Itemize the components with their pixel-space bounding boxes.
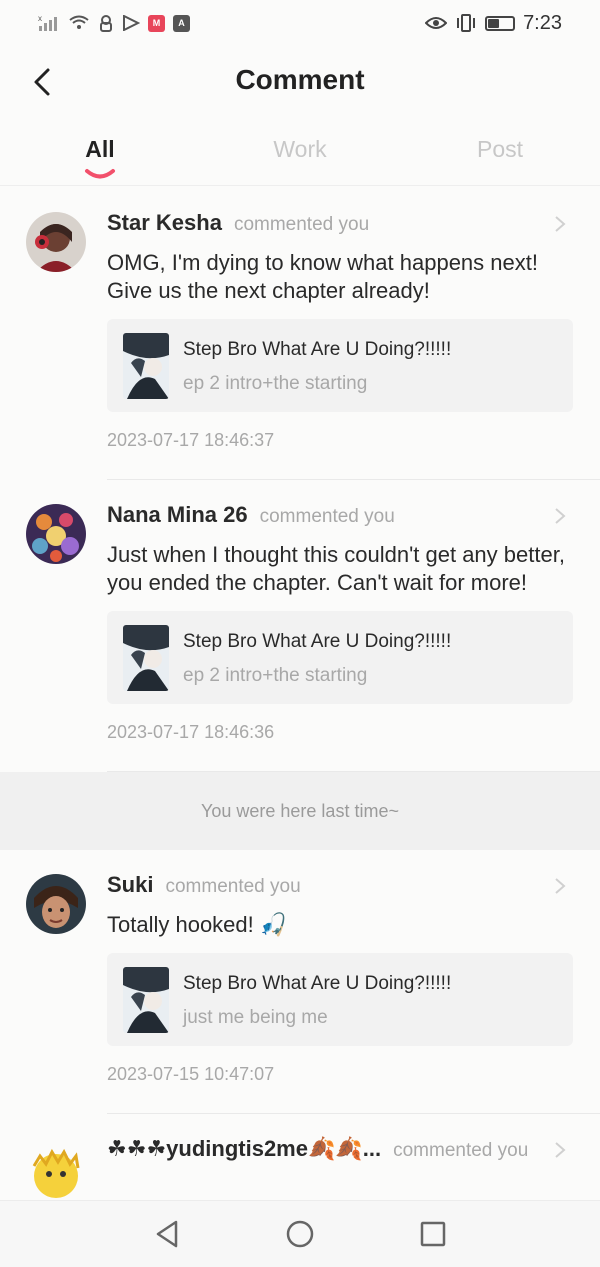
work-card[interactable]: Step Bro What Are U Doing?!!!!! ep 2 int… [107, 319, 573, 412]
square-recents-icon [421, 1221, 446, 1247]
active-tab-indicator [85, 169, 115, 179]
system-nav-bar [0, 1200, 600, 1267]
work-title: Step Bro What Are U Doing?!!!!! [183, 339, 452, 360]
username[interactable]: Star Kesha [107, 210, 222, 236]
wifi-icon [68, 15, 90, 31]
comment-item[interactable]: Suki commented you Totally hooked! 🎣 Ste… [0, 850, 600, 1113]
nav-back-button[interactable] [145, 1212, 189, 1256]
comment-header: ☘☘☘yudingtis2me🍂🍂... commented you [107, 1136, 572, 1166]
last-visit-marker: You were here last time~ [0, 772, 600, 850]
comment-item[interactable]: Star Kesha commented you OMG, I'm dying … [0, 188, 600, 479]
timestamp: 2023-07-17 18:46:37 [107, 430, 275, 450]
work-episode: ep 2 intro+the starting [183, 373, 368, 394]
action-text: commented you [259, 506, 395, 527]
avatar[interactable] [26, 504, 86, 564]
nav-recents-button[interactable] [411, 1212, 455, 1256]
work-episode: ep 2 intro+the starting [183, 665, 368, 686]
work-thumbnail [123, 967, 169, 1033]
comment-text: OMG, I'm dying to know what happens next… [107, 250, 538, 303]
chevron-right-icon[interactable] [552, 876, 568, 896]
svg-text:x: x [38, 15, 42, 23]
timestamp: 2023-07-15 10:47:07 [107, 1064, 275, 1084]
comment-item[interactable]: ☘☘☘yudingtis2me🍂🍂... commented you [0, 1114, 600, 1200]
eye-icon [425, 16, 448, 30]
action-text: commented you [165, 876, 301, 897]
comment-item[interactable]: Nana Mina 26 commented you Just when I t… [0, 480, 600, 771]
chevron-right-icon[interactable] [552, 214, 568, 234]
status-right-icons: 7:23 [425, 12, 562, 35]
tab-work[interactable]: Work [200, 128, 400, 185]
username[interactable]: ☘☘☘yudingtis2me🍂🍂... [107, 1136, 381, 1162]
work-thumbnail [123, 625, 169, 691]
battery-icon [485, 15, 516, 31]
comment-header: Suki commented you [107, 872, 572, 902]
timestamp: 2023-07-17 18:46:36 [107, 722, 275, 742]
work-thumbnail [123, 333, 169, 399]
comment-header: Star Kesha commented you [107, 210, 572, 240]
work-title: Step Bro What Are U Doing?!!!!! [183, 973, 452, 994]
comment-text: Totally hooked! 🎣 [107, 912, 288, 937]
avatar[interactable] [26, 212, 86, 272]
comment-header: Nana Mina 26 commented you [107, 502, 572, 532]
work-title: Step Bro What Are U Doing?!!!!! [183, 631, 452, 652]
comment-list[interactable]: Star Kesha commented you OMG, I'm dying … [0, 188, 600, 1200]
signal-icon: x [38, 15, 60, 31]
avatar[interactable] [26, 1144, 86, 1200]
comment-text: Just when I thought this couldn't get an… [107, 542, 565, 595]
play-icon [122, 15, 140, 31]
circle-home-icon [286, 1220, 314, 1248]
work-card[interactable]: Step Bro What Are U Doing?!!!!! ep 2 int… [107, 611, 573, 704]
status-time: 7:23 [523, 11, 562, 34]
action-text: commented you [233, 214, 370, 235]
header: Comment [0, 50, 600, 114]
manga-app-icon: M [148, 14, 165, 32]
username[interactable]: Nana Mina 26 [107, 502, 248, 528]
nav-home-button[interactable] [278, 1212, 322, 1256]
chevron-right-icon[interactable] [552, 506, 568, 526]
chevron-right-icon[interactable] [552, 1140, 568, 1160]
vibrate-icon [455, 14, 477, 32]
triangle-back-icon [156, 1220, 177, 1248]
battery-fill [488, 18, 499, 28]
work-episode: just me being me [183, 1007, 328, 1028]
work-card[interactable]: Step Bro What Are U Doing?!!!!! just me … [107, 953, 573, 1046]
page-title: Comment [235, 64, 365, 95]
tab-post[interactable]: Post [400, 128, 600, 185]
username[interactable]: Suki [107, 872, 153, 898]
status-bar: x M A 7:23 [0, 0, 600, 46]
avatar[interactable] [26, 874, 86, 934]
a-app-icon: A [173, 14, 190, 32]
status-left-icons: x M A [38, 14, 190, 32]
vpn-icon [98, 14, 114, 32]
action-text: commented you [393, 1140, 529, 1161]
tab-bar: All Work Post [0, 128, 600, 186]
